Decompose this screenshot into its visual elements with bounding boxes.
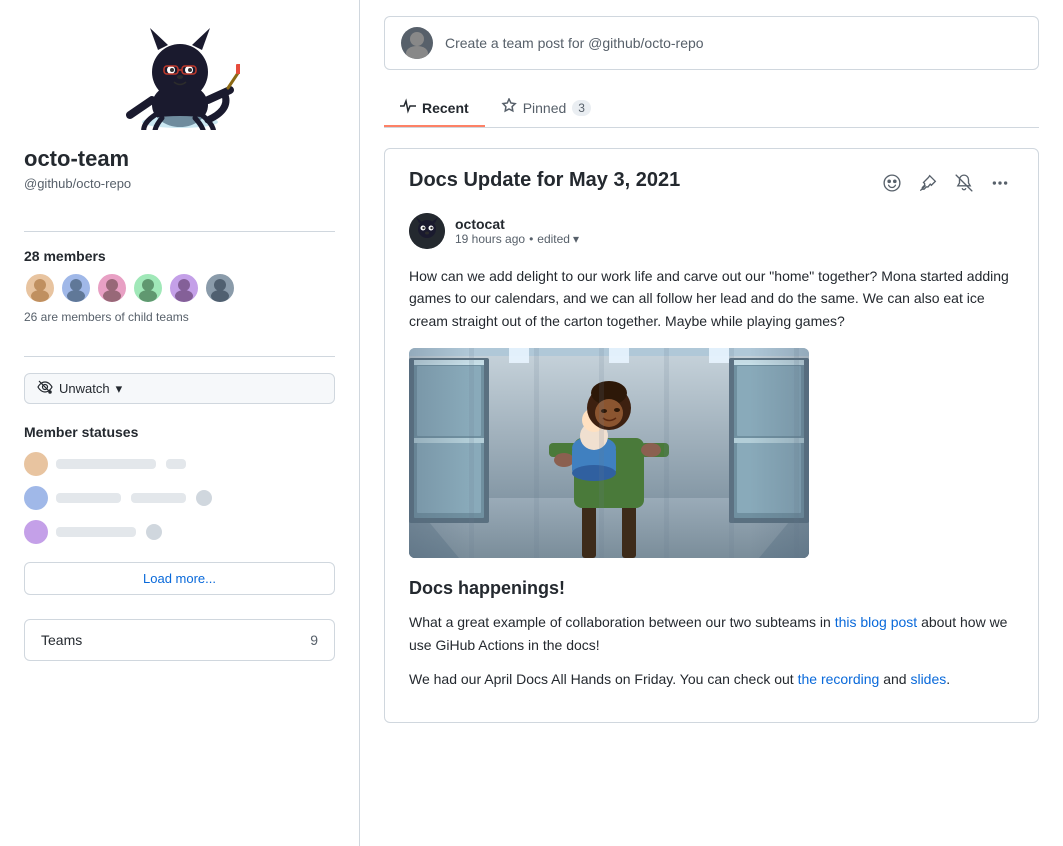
- unwatch-label: Unwatch: [59, 381, 110, 396]
- emoji-reaction-button[interactable]: [878, 169, 906, 197]
- post-actions: [878, 169, 1014, 197]
- avatar: [132, 272, 164, 304]
- avatar: [96, 272, 128, 304]
- team-handle: @github/octo-repo: [24, 176, 335, 191]
- tab-recent[interactable]: Recent: [384, 90, 485, 127]
- status-detail-blurred: [131, 493, 186, 503]
- member-status-row: [24, 486, 335, 510]
- post-section-title: Docs happenings!: [409, 578, 1014, 599]
- tab-pinned[interactable]: Pinned 3: [485, 90, 607, 127]
- divider-1: [24, 231, 335, 232]
- status-name-blurred: [56, 459, 156, 469]
- status-name-blurred: [56, 493, 121, 503]
- post-body-text: How can we add delight to our work life …: [409, 265, 1014, 332]
- more-options-button[interactable]: [986, 169, 1014, 197]
- edited-label: edited: [537, 232, 570, 246]
- pinned-count-badge: 3: [572, 100, 591, 116]
- member-status-row: [24, 520, 335, 544]
- tabs-bar: Recent Pinned 3: [384, 90, 1039, 128]
- tab-pinned-label: Pinned: [523, 100, 567, 116]
- member-statuses-title: Member statuses: [24, 424, 335, 440]
- eye-icon: [37, 379, 53, 398]
- recording-link[interactable]: the recording: [798, 671, 880, 687]
- post-timestamp: 19 hours ago • edited ▾: [455, 232, 579, 246]
- edited-chevron-icon: ▾: [573, 232, 579, 246]
- team-name: octo-team: [24, 146, 335, 172]
- avatar: [60, 272, 92, 304]
- post-header: Docs Update for May 3, 2021: [409, 169, 1014, 197]
- member-status-row: [24, 452, 335, 476]
- avatar: [24, 272, 56, 304]
- status-info: [56, 490, 335, 506]
- post-card: Docs Update for May 3, 2021: [384, 148, 1039, 723]
- teams-label: Teams: [41, 632, 82, 648]
- author-avatar: [409, 213, 445, 249]
- current-user-avatar: [401, 27, 433, 59]
- pulse-icon: [400, 98, 416, 117]
- paragraph1-start: What a great example of collaboration be…: [409, 614, 835, 630]
- post-image: [409, 348, 809, 558]
- paragraph2-mid: and: [879, 671, 910, 687]
- load-more-button[interactable]: Load more...: [24, 562, 335, 595]
- timestamp-separator: •: [529, 232, 533, 246]
- divider-2: [24, 356, 335, 357]
- child-teams-text: 26 are members of child teams: [24, 310, 335, 324]
- member-avatars: [24, 272, 335, 304]
- author-name[interactable]: octocat: [455, 216, 579, 232]
- create-post-placeholder[interactable]: Create a team post for @github/octo-repo: [445, 35, 1022, 51]
- sidebar: octo-team @github/octo-repo 28 members: [0, 0, 360, 846]
- teams-section: Teams 9: [24, 619, 335, 661]
- star-icon: [501, 98, 517, 117]
- avatar: [204, 272, 236, 304]
- create-post-bar[interactable]: Create a team post for @github/octo-repo: [384, 16, 1039, 70]
- status-emoji-icon: [146, 524, 162, 540]
- status-emoji-icon: [196, 490, 212, 506]
- avatar: [168, 272, 200, 304]
- status-info: [56, 459, 335, 469]
- pin-button[interactable]: [914, 169, 942, 197]
- teams-count: 9: [310, 632, 318, 648]
- members-section: 28 members 26 are members of child teams: [24, 248, 335, 324]
- tab-recent-label: Recent: [422, 100, 469, 116]
- body-text: How can we add delight to our work life …: [409, 268, 1009, 329]
- paragraph2-end: .: [946, 671, 950, 687]
- unsubscribe-button[interactable]: [950, 169, 978, 197]
- post-title: Docs Update for May 3, 2021: [409, 169, 680, 192]
- status-avatar: [24, 520, 48, 544]
- status-detail-blurred: [166, 459, 186, 469]
- slides-link[interactable]: slides: [910, 671, 946, 687]
- main-content: Create a team post for @github/octo-repo…: [360, 0, 1063, 846]
- status-name-blurred: [56, 527, 136, 537]
- members-count: 28 members: [24, 248, 335, 264]
- timestamp-text: 19 hours ago: [455, 232, 525, 246]
- team-mascot: [24, 20, 335, 130]
- post-meta: octocat 19 hours ago • edited ▾: [409, 213, 1014, 249]
- paragraph2-start: We had our April Docs All Hands on Frida…: [409, 671, 798, 687]
- chevron-down-icon: ▾: [116, 381, 123, 397]
- status-avatar: [24, 452, 48, 476]
- status-info: [56, 524, 335, 540]
- unwatch-button[interactable]: Unwatch ▾: [24, 373, 335, 404]
- edited-badge[interactable]: edited ▾: [537, 232, 579, 246]
- post-paragraph-2: We had our April Docs All Hands on Frida…: [409, 668, 1014, 690]
- author-info: octocat 19 hours ago • edited ▾: [455, 216, 579, 246]
- post-paragraph-1: What a great example of collaboration be…: [409, 611, 1014, 656]
- status-avatar: [24, 486, 48, 510]
- blog-post-link[interactable]: this blog post: [835, 614, 918, 630]
